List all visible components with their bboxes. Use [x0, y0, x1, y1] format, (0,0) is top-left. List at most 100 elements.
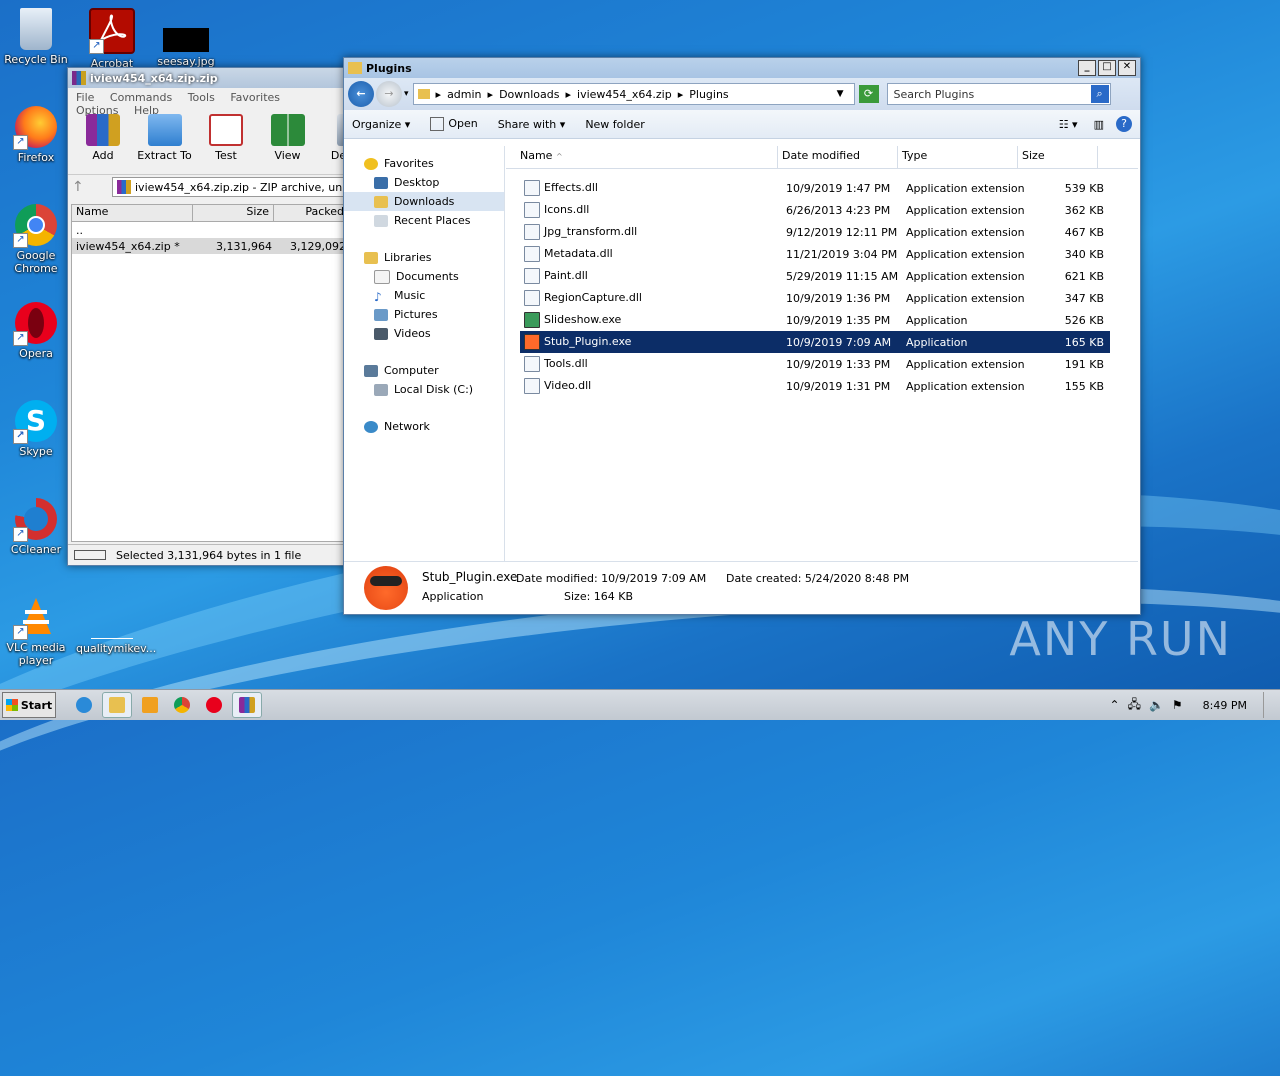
help-icon[interactable]: ?	[1116, 116, 1132, 132]
view-options-icon[interactable]: ☷ ▾	[1059, 118, 1078, 131]
nav-videos[interactable]: Videos	[344, 324, 504, 343]
menu-tools[interactable]: Tools	[188, 91, 215, 104]
start-button[interactable]: Start	[2, 692, 56, 718]
refresh-button[interactable]: ⟳	[859, 85, 879, 103]
col-date-modified[interactable]: Date modified	[778, 146, 898, 168]
action-center-icon[interactable]: ⚑	[1172, 698, 1183, 712]
file-type: Application extension	[902, 248, 1022, 261]
open-button[interactable]: Open	[430, 117, 477, 131]
col-type[interactable]: Type	[898, 146, 1018, 168]
desktop-icon-chrome[interactable]: ↗ Google Chrome	[0, 204, 72, 275]
nav-recent-places[interactable]: Recent Places	[344, 211, 504, 230]
file-rows: Effects.dll10/9/2019 1:47 PMApplication …	[506, 169, 1110, 397]
desktop-icon-firefox[interactable]: ↗ Firefox	[0, 106, 72, 164]
new-folder-button[interactable]: New folder	[585, 118, 644, 131]
taskbar-opera[interactable]	[200, 693, 228, 717]
explorer-window[interactable]: Plugins _ □ ✕ ← → ▾ ▸ admin ▸ Downloads …	[343, 57, 1141, 615]
nav-desktop[interactable]: Desktop	[344, 173, 504, 192]
archive-path-field[interactable]: iview454_x64.zip.zip - ZIP archive, unpa	[112, 177, 346, 197]
clock[interactable]: 8:49 PM	[1203, 699, 1247, 712]
forward-button[interactable]: →	[376, 81, 402, 107]
taskbar-explorer[interactable]	[102, 692, 132, 718]
back-button[interactable]: ←	[348, 81, 374, 107]
nav-downloads[interactable]: Downloads	[344, 192, 504, 211]
taskbar-ie[interactable]	[70, 693, 98, 717]
maximize-button[interactable]: □	[1098, 60, 1116, 76]
file-row[interactable]: Jpg_transform.dll9/12/2019 12:11 PMAppli…	[520, 221, 1110, 243]
desktop-icon-ccleaner[interactable]: ↗ CCleaner	[0, 498, 72, 556]
navigation-pane: Favorites Desktop Downloads Recent Place…	[344, 146, 505, 561]
file-row[interactable]: Tools.dll10/9/2019 1:33 PMApplication ex…	[520, 353, 1110, 375]
chevron-down-icon[interactable]: ▾	[404, 89, 409, 99]
nav-documents[interactable]: Documents	[344, 267, 504, 286]
desktop-icon-recycle-bin[interactable]: Recycle Bin	[0, 8, 72, 66]
breadcrumb-plugins[interactable]: Plugins	[689, 88, 728, 101]
chevron-up-icon[interactable]: ⌃	[1110, 698, 1120, 712]
winrar-titlebar[interactable]: iview454_x64.zip.zip	[68, 68, 350, 88]
col-name[interactable]: Name ^	[506, 146, 778, 168]
desktop-icon-skype[interactable]: S ↗ Skype	[0, 400, 72, 458]
nav-local-disk[interactable]: Local Disk (C:)	[344, 380, 504, 399]
close-button[interactable]: ✕	[1118, 60, 1136, 76]
file-row[interactable]: RegionCapture.dll10/9/2019 1:36 PMApplic…	[520, 287, 1110, 309]
table-row[interactable]: ..	[72, 222, 348, 238]
col-size[interactable]: Size	[1018, 146, 1098, 168]
file-row[interactable]: Paint.dll5/29/2019 11:15 AMApplication e…	[520, 265, 1110, 287]
nav-network[interactable]: Network	[344, 417, 504, 436]
file-row[interactable]: Slideshow.exe10/9/2019 1:35 PMApplicatio…	[520, 309, 1110, 331]
table-row[interactable]: iview454_x64.zip * 3,131,964 3,129,092	[72, 238, 348, 254]
file-row[interactable]: Effects.dll10/9/2019 1:47 PMApplication …	[520, 177, 1110, 199]
explorer-titlebar[interactable]: Plugins _ □ ✕	[344, 58, 1140, 78]
extract-to-button[interactable]: Extract To	[136, 112, 194, 162]
col-packed[interactable]: Packed	[274, 205, 348, 221]
nav-favorites[interactable]: Favorites	[344, 154, 504, 173]
up-arrow-icon[interactable]: ↑	[72, 179, 112, 195]
breadcrumb-zip[interactable]: iview454_x64.zip	[577, 88, 672, 101]
nav-libraries[interactable]: Libraries	[344, 248, 504, 267]
desktop-icon-opera[interactable]: ↗ Opera	[0, 302, 72, 360]
file-row[interactable]: Video.dll10/9/2019 1:31 PMApplication ex…	[520, 375, 1110, 397]
show-desktop-button[interactable]	[1263, 692, 1274, 718]
breadcrumb-admin[interactable]: admin	[447, 88, 481, 101]
taskbar-chrome[interactable]	[168, 693, 196, 717]
taskbar-winrar[interactable]	[232, 692, 262, 718]
desktop-icon-vlc[interactable]: ↗ VLC media player	[0, 596, 72, 667]
organize-button[interactable]: Organize ▾	[352, 118, 410, 131]
col-size[interactable]: Size	[193, 205, 274, 221]
search-input[interactable]: Search Plugins ⌕	[887, 83, 1111, 105]
address-breadcrumb[interactable]: ▸ admin ▸ Downloads ▸ iview454_x64.zip ▸…	[413, 83, 855, 105]
taskbar-media-player[interactable]	[136, 693, 164, 717]
menu-file[interactable]: File	[76, 91, 94, 104]
desktop-icon-quality[interactable]: qualitymikev...	[76, 596, 148, 655]
search-icon[interactable]: ⌕	[1091, 85, 1109, 103]
window-title: Plugins	[366, 62, 1076, 75]
menu-commands[interactable]: Commands	[110, 91, 172, 104]
file-row[interactable]: Metadata.dll11/21/2019 3:04 PMApplicatio…	[520, 243, 1110, 265]
share-with-button[interactable]: Share with ▾	[498, 118, 566, 131]
dll-icon	[524, 202, 540, 218]
nav-music[interactable]: ♪Music	[344, 286, 504, 305]
nav-pictures[interactable]: Pictures	[344, 305, 504, 324]
view-button[interactable]: View	[259, 112, 317, 162]
test-button[interactable]: Test	[197, 112, 255, 162]
file-type: Application extension	[902, 270, 1022, 283]
file-row[interactable]: Stub_Plugin.exe10/9/2019 7:09 AMApplicat…	[520, 331, 1110, 353]
network-tray-icon[interactable]: 🖧	[1128, 695, 1141, 716]
preview-pane-icon[interactable]: ▥	[1094, 118, 1104, 131]
menu-favorites[interactable]: Favorites	[230, 91, 280, 104]
volume-icon[interactable]: 🔈	[1149, 698, 1164, 712]
minimize-button[interactable]: _	[1078, 60, 1096, 76]
nav-computer[interactable]: Computer	[344, 361, 504, 380]
folder-icon	[418, 89, 430, 99]
file-row[interactable]: Icons.dll6/26/2013 4:23 PMApplication ex…	[520, 199, 1110, 221]
winrar-window[interactable]: iview454_x64.zip.zip File Commands Tools…	[67, 67, 351, 566]
chevron-down-icon[interactable]: ▼	[837, 89, 844, 99]
col-name[interactable]: Name	[72, 205, 193, 221]
breadcrumb-downloads[interactable]: Downloads	[499, 88, 559, 101]
add-button[interactable]: Add	[74, 112, 132, 162]
status-text: Selected 3,131,964 bytes in 1 file	[116, 549, 301, 562]
desktop-icon-seesay[interactable]: seesay.jpg	[150, 8, 222, 68]
file-size: 340 KB	[1022, 248, 1108, 261]
file-type: Application	[902, 336, 1022, 349]
desktop-icon-acrobat[interactable]: ↗ Acrobat	[76, 8, 148, 70]
